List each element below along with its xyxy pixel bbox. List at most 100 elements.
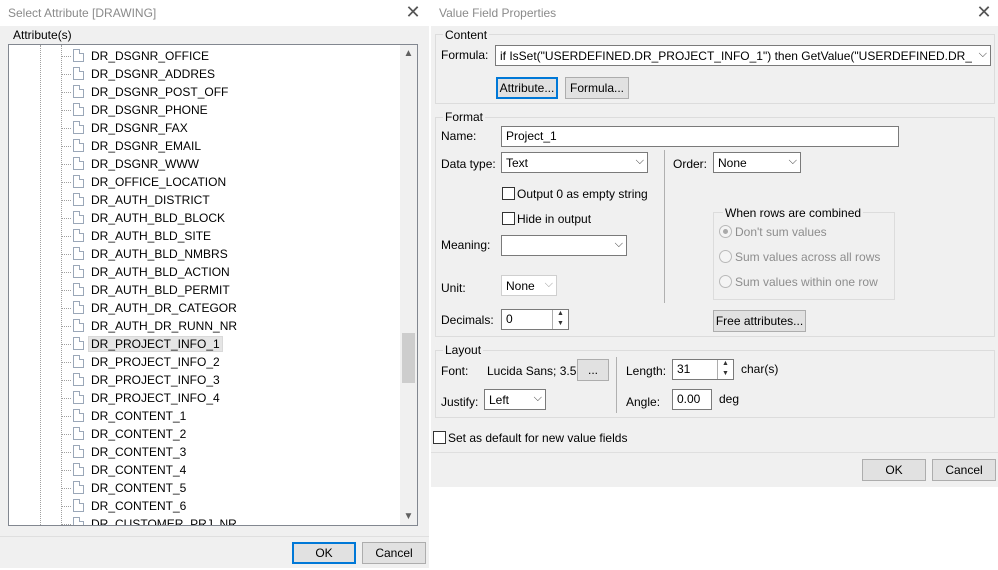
tree-item-label: DR_CONTENT_6 (91, 499, 187, 513)
tree-item[interactable]: DR_AUTH_BLD_ACTION (9, 263, 404, 281)
formula-dropdown[interactable]: if IsSet("USERDEFINED.DR_PROJECT_INFO_1"… (495, 45, 991, 66)
title-bar: Value Field Properties ✕ (431, 0, 998, 26)
tree-item[interactable]: DR_CONTENT_6 (9, 497, 404, 515)
tree-item[interactable]: DR_OFFICE_LOCATION (9, 173, 404, 191)
name-input[interactable]: Project_1 (501, 126, 899, 147)
tree-item[interactable]: DR_AUTH_DR_RUNN_NR (9, 317, 404, 335)
document-icon (73, 337, 84, 350)
tree-item[interactable]: DR_DSGNR_ADDRES (9, 65, 404, 83)
font-picker-button[interactable]: ... (577, 359, 609, 381)
layout-divider (616, 357, 617, 413)
tree-item-label: DR_CONTENT_2 (91, 427, 187, 441)
radio-dont-sum[interactable] (719, 225, 732, 238)
radio-sum-across[interactable] (719, 250, 732, 263)
tree-item[interactable]: DR_AUTH_BLD_SITE (9, 227, 404, 245)
meaning-label: Meaning: (441, 238, 491, 252)
tree-item[interactable]: DR_AUTH_BLD_BLOCK (9, 209, 404, 227)
document-icon (73, 463, 84, 476)
tree-item[interactable]: DR_CONTENT_4 (9, 461, 404, 479)
decimals-spinner[interactable]: ▲ ▼ (552, 310, 568, 329)
ok-button[interactable]: OK (292, 542, 356, 564)
document-icon (73, 229, 84, 242)
meaning-dropdown[interactable]: ⌵ (501, 235, 627, 256)
decimals-input[interactable]: 0 ▲ ▼ (501, 309, 569, 330)
tree-item[interactable]: DR_DSGNR_OFFICE (9, 47, 404, 65)
unit-label: Unit: (441, 281, 466, 295)
value-field-properties-dialog: Value Field Properties ✕ Content Formula… (431, 0, 998, 487)
length-input[interactable]: 31 ▲ ▼ (672, 359, 734, 380)
justify-dropdown[interactable]: Left ⌵ (484, 389, 546, 410)
angle-input[interactable]: 0.00 (672, 389, 712, 410)
select-attribute-dialog: Select Attribute [DRAWING] ✕ Attribute(s… (0, 0, 429, 568)
angle-label: Angle: (626, 395, 661, 409)
tree-item[interactable]: DR_CONTENT_1 (9, 407, 404, 425)
radio-sum-within[interactable] (719, 275, 732, 288)
scroll-up-icon[interactable]: ▲ (400, 45, 417, 62)
unit-dropdown[interactable]: None ⌵ (501, 275, 557, 296)
document-icon (73, 355, 84, 368)
tree-item[interactable]: DR_PROJECT_INFO_2 (9, 353, 404, 371)
tree-item[interactable]: DR_DSGNR_FAX (9, 119, 404, 137)
tree-item[interactable]: DR_AUTH_DISTRICT (9, 191, 404, 209)
cancel-button[interactable]: Cancel (362, 542, 426, 564)
document-icon (73, 139, 84, 152)
tree-item[interactable]: DR_PROJECT_INFO_3 (9, 371, 404, 389)
output0-checkbox[interactable] (502, 187, 515, 200)
tree-connector (61, 434, 71, 435)
tree-item[interactable]: DR_CUSTOMER_PRJ_NR (9, 515, 404, 525)
tree-item-label: DR_DSGNR_WWW (91, 157, 199, 171)
close-icon[interactable]: ✕ (973, 2, 995, 24)
chevron-down-icon: ⌵ (544, 278, 553, 290)
tree-item[interactable]: DR_CONTENT_2 (9, 425, 404, 443)
order-value: None (718, 156, 747, 170)
scroll-thumb[interactable] (402, 333, 415, 383)
cancel-button[interactable]: Cancel (932, 459, 996, 481)
tree-item-label: DR_OFFICE_LOCATION (91, 175, 227, 189)
hide-checkbox[interactable] (502, 212, 515, 225)
name-label: Name: (441, 129, 477, 143)
tree-item[interactable]: DR_DSGNR_EMAIL (9, 137, 404, 155)
tree-item[interactable]: DR_DSGNR_PHONE (9, 101, 404, 119)
document-icon (73, 49, 84, 62)
document-icon (73, 391, 84, 404)
ok-button[interactable]: OK (862, 459, 926, 481)
hide-label: Hide in output (517, 212, 592, 226)
tree-item[interactable]: DR_AUTH_DR_CATEGOR (9, 299, 404, 317)
tree-item-label: DR_PROJECT_INFO_3 (91, 373, 220, 387)
tree-scrollbar[interactable]: ▲ ▼ (400, 45, 417, 525)
tree-item[interactable]: DR_CONTENT_5 (9, 479, 404, 497)
document-icon (73, 499, 84, 512)
tree-item-label: DR_DSGNR_POST_OFF (91, 85, 229, 99)
attribute-tree[interactable]: DR_DSGNR_OFFICE DR_DSGNR_ADDRES DR_DSGNR_P… (8, 44, 418, 526)
set-default-checkbox[interactable] (433, 431, 446, 444)
scroll-down-icon[interactable]: ▼ (400, 508, 417, 525)
chevron-down-icon: ⌵ (635, 155, 644, 167)
tree-item[interactable]: DR_DSGNR_POST_OFF (9, 83, 404, 101)
sum-across-label: Sum values across all rows (735, 250, 881, 264)
format-group-label: Format (443, 110, 486, 124)
tree-item[interactable]: DR_AUTH_BLD_PERMIT (9, 281, 404, 299)
order-dropdown[interactable]: None ⌵ (713, 152, 801, 173)
attribute-button[interactable]: Attribute... (496, 77, 558, 99)
chevron-down-icon: ⌵ (788, 155, 797, 167)
document-icon (73, 481, 84, 494)
datatype-dropdown[interactable]: Text ⌵ (501, 152, 648, 173)
document-icon (73, 445, 84, 458)
tree-item-label: DR_PROJECT_INFO_1 (88, 336, 223, 352)
tree-item[interactable]: DR_PROJECT_INFO_4 (9, 389, 404, 407)
tree-item[interactable]: DR_PROJECT_INFO_1 (9, 335, 404, 353)
set-default-label: Set as default for new value fields (448, 431, 628, 445)
tree-item[interactable]: DR_CONTENT_3 (9, 443, 404, 461)
tree-item[interactable]: DR_AUTH_BLD_NMBRS (9, 245, 404, 263)
tree-connector (61, 146, 71, 147)
dont-sum-label: Don't sum values (735, 225, 827, 239)
title-bar: Select Attribute [DRAWING] ✕ (0, 0, 429, 26)
tree-connector (61, 272, 71, 273)
formula-button[interactable]: Formula... (565, 77, 629, 99)
length-spinner[interactable]: ▲ ▼ (717, 360, 733, 379)
free-attributes-button[interactable]: Free attributes... (713, 310, 806, 332)
document-icon (73, 319, 84, 332)
tree-item[interactable]: DR_DSGNR_WWW (9, 155, 404, 173)
tree-connector (61, 110, 71, 111)
close-icon[interactable]: ✕ (402, 2, 424, 24)
